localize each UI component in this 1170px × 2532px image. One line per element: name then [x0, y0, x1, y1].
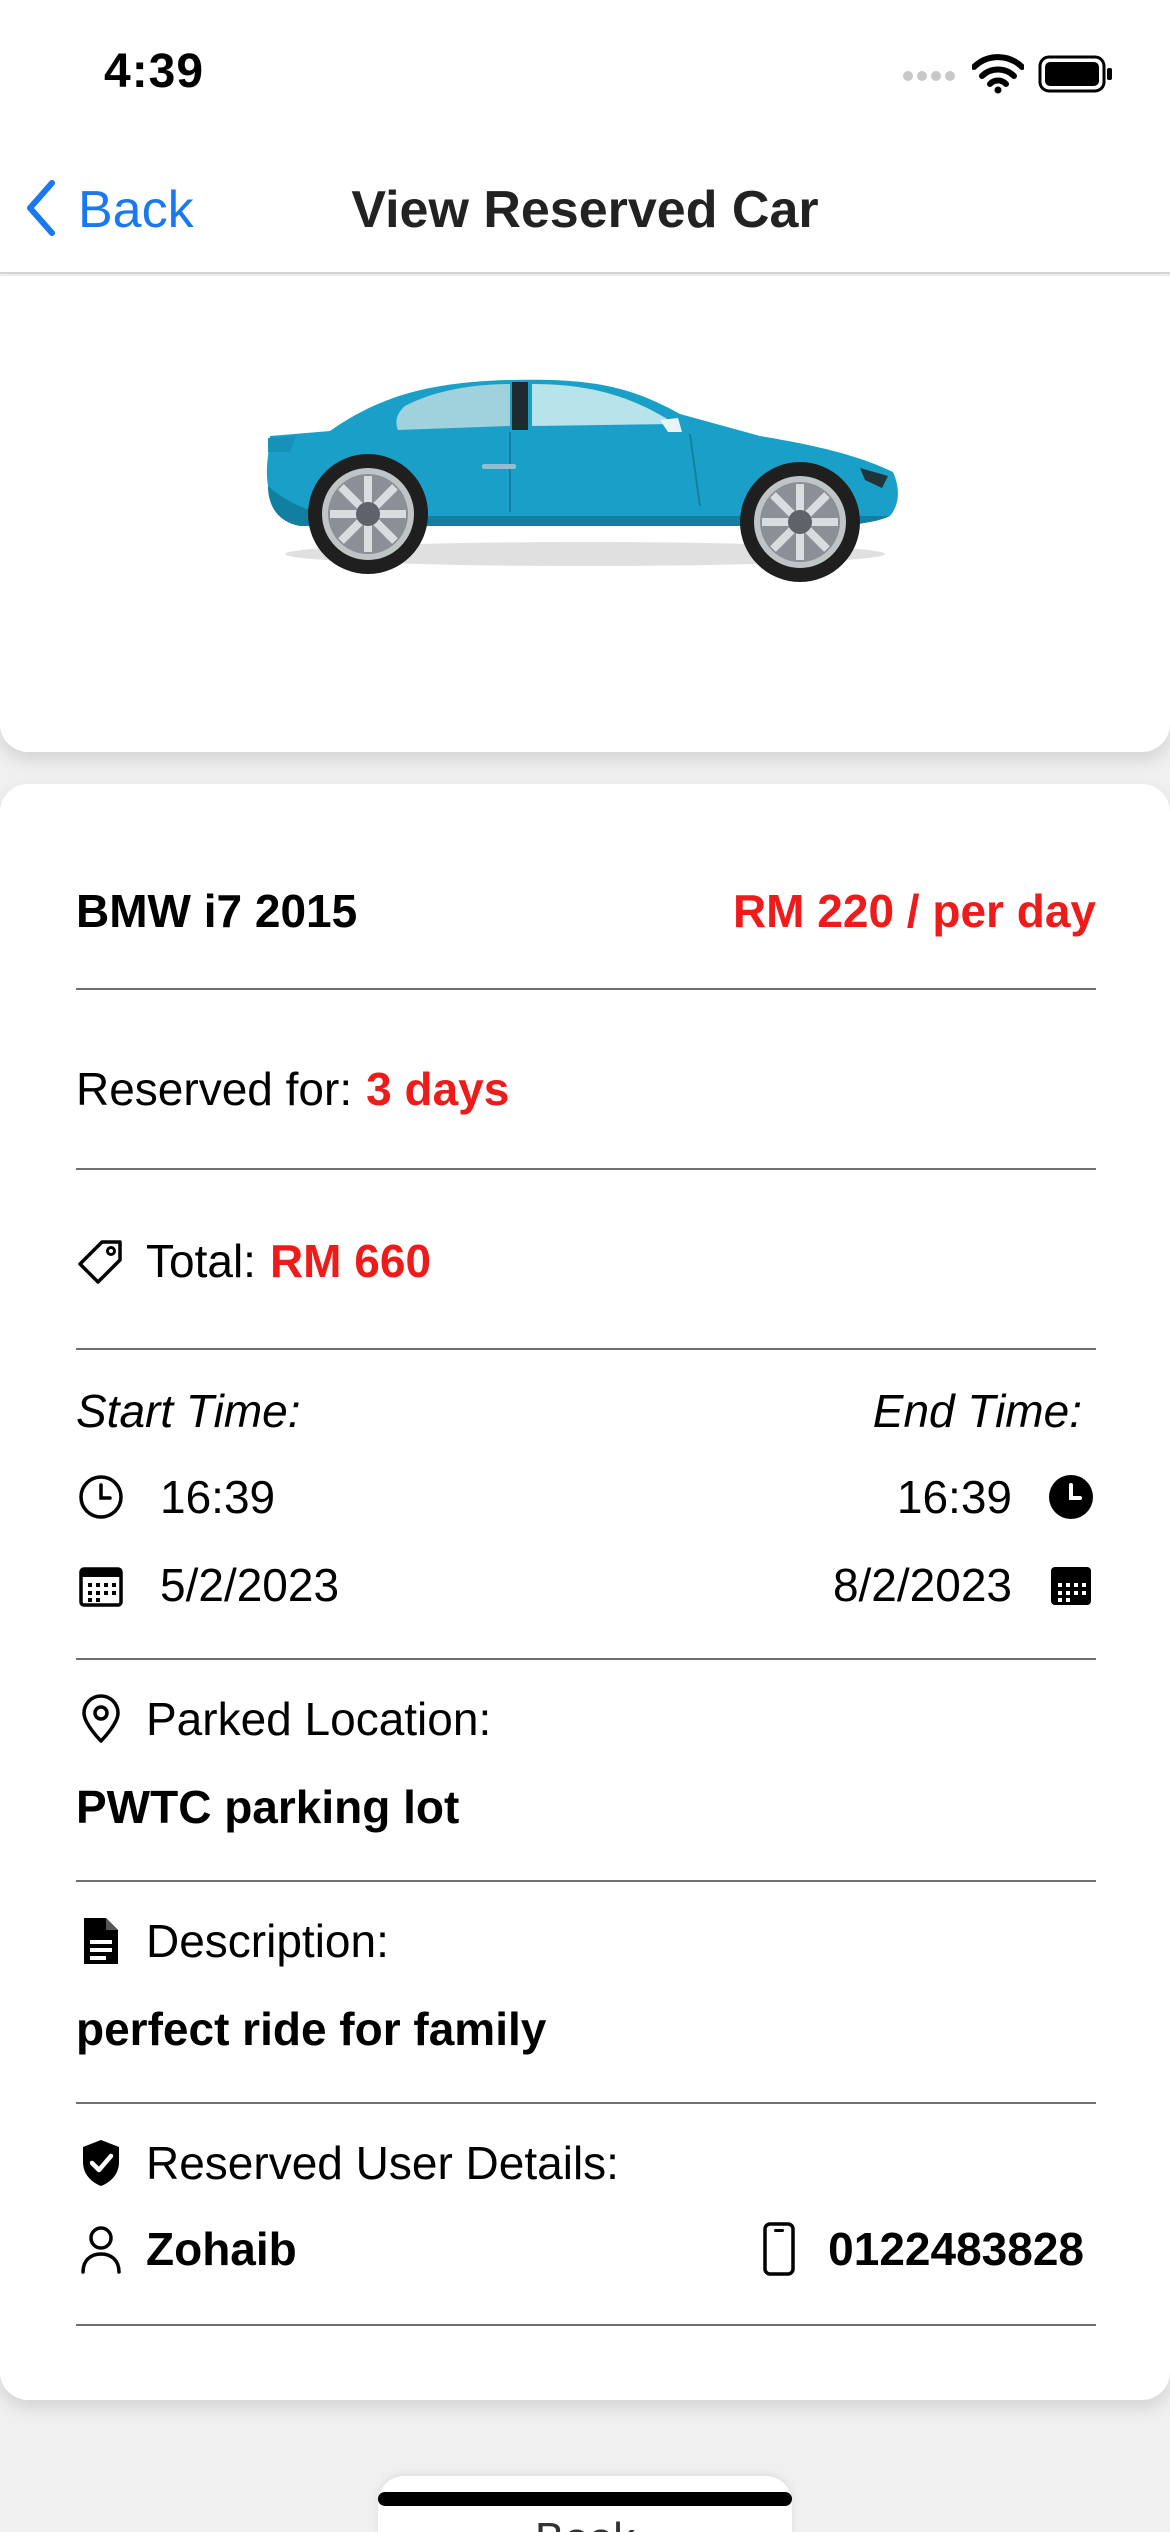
clock-filled-icon [1046, 1472, 1096, 1522]
book-button-label: Book [378, 2514, 792, 2532]
location-value: PWTC parking lot [76, 1781, 460, 1833]
status-icons [902, 54, 1114, 99]
reserved-for-value: 3 days [366, 1063, 510, 1115]
description-section: Description: perfect ride for family [76, 1882, 1096, 2104]
user-phone[interactable]: 0122483828 [828, 2222, 1084, 2276]
price-tag-icon [76, 1236, 126, 1286]
total-value: RM 660 [269, 1235, 432, 1287]
reserved-for-label: Reserved for: [76, 1063, 353, 1115]
start-time-value: 16:39 [160, 1471, 276, 1523]
start-date-value: 5/2/2023 [160, 1559, 340, 1611]
status-time: 4:39 [104, 45, 205, 98]
location-pin-icon [76, 1694, 126, 1744]
phone-icon [754, 2222, 804, 2276]
car-price: RM 220 / per day [732, 885, 1096, 937]
calendar-filled-icon [1046, 1560, 1096, 1610]
location-label: Parked Location: [146, 1693, 492, 1745]
location-section: Parked Location: PWTC parking lot [76, 1660, 1096, 1882]
shield-check-icon [76, 2138, 126, 2188]
end-date-value: 8/2/2023 [832, 1559, 1012, 1611]
start-time-label: Start Time: [76, 1385, 301, 1437]
reservation-details-card: BMW i7 2015 RM 220 / per day Reserved fo… [0, 784, 1170, 2400]
reserved-duration-section: Reserved for: 3 days [76, 990, 1096, 1170]
user-details-section: Reserved User Details: Zohaib 0122483828 [76, 2104, 1096, 2326]
total-label: Total: [146, 1235, 256, 1287]
document-icon [76, 1916, 126, 1966]
clock-outline-icon [76, 1472, 126, 1522]
calendar-outline-icon [76, 1560, 126, 1610]
user-name: Zohaib [146, 2223, 297, 2275]
description-label: Description: [146, 1915, 389, 1967]
screen: 4:39 Back View Reserved Car BMW i7 2015 … [0, 0, 1170, 2532]
battery-icon [1038, 55, 1114, 98]
description-value: perfect ride for family [76, 2003, 547, 2055]
user-details-label: Reserved User Details: [146, 2137, 619, 2189]
navigation-bar: Back View Reserved Car [0, 150, 1170, 274]
car-header-section: BMW i7 2015 RM 220 / per day [76, 784, 1096, 990]
car-illustration [266, 379, 898, 582]
schedule-section: Start Time: End Time: 16:39 16:39 5/2/20… [76, 1350, 1096, 1660]
person-icon [76, 2224, 126, 2274]
car-name: BMW i7 2015 [76, 885, 358, 937]
wifi-icon [971, 54, 1025, 99]
car-image-card [0, 276, 1170, 752]
cellular-signal-icon [902, 66, 958, 87]
page-title: View Reserved Car [351, 181, 819, 239]
status-bar: 4:39 [0, 0, 1170, 150]
end-time-value: 16:39 [896, 1471, 1012, 1523]
end-time-label: End Time: [872, 1385, 1082, 1437]
home-indicator [378, 2492, 792, 2506]
total-section: Total: RM 660 [76, 1170, 1096, 1350]
